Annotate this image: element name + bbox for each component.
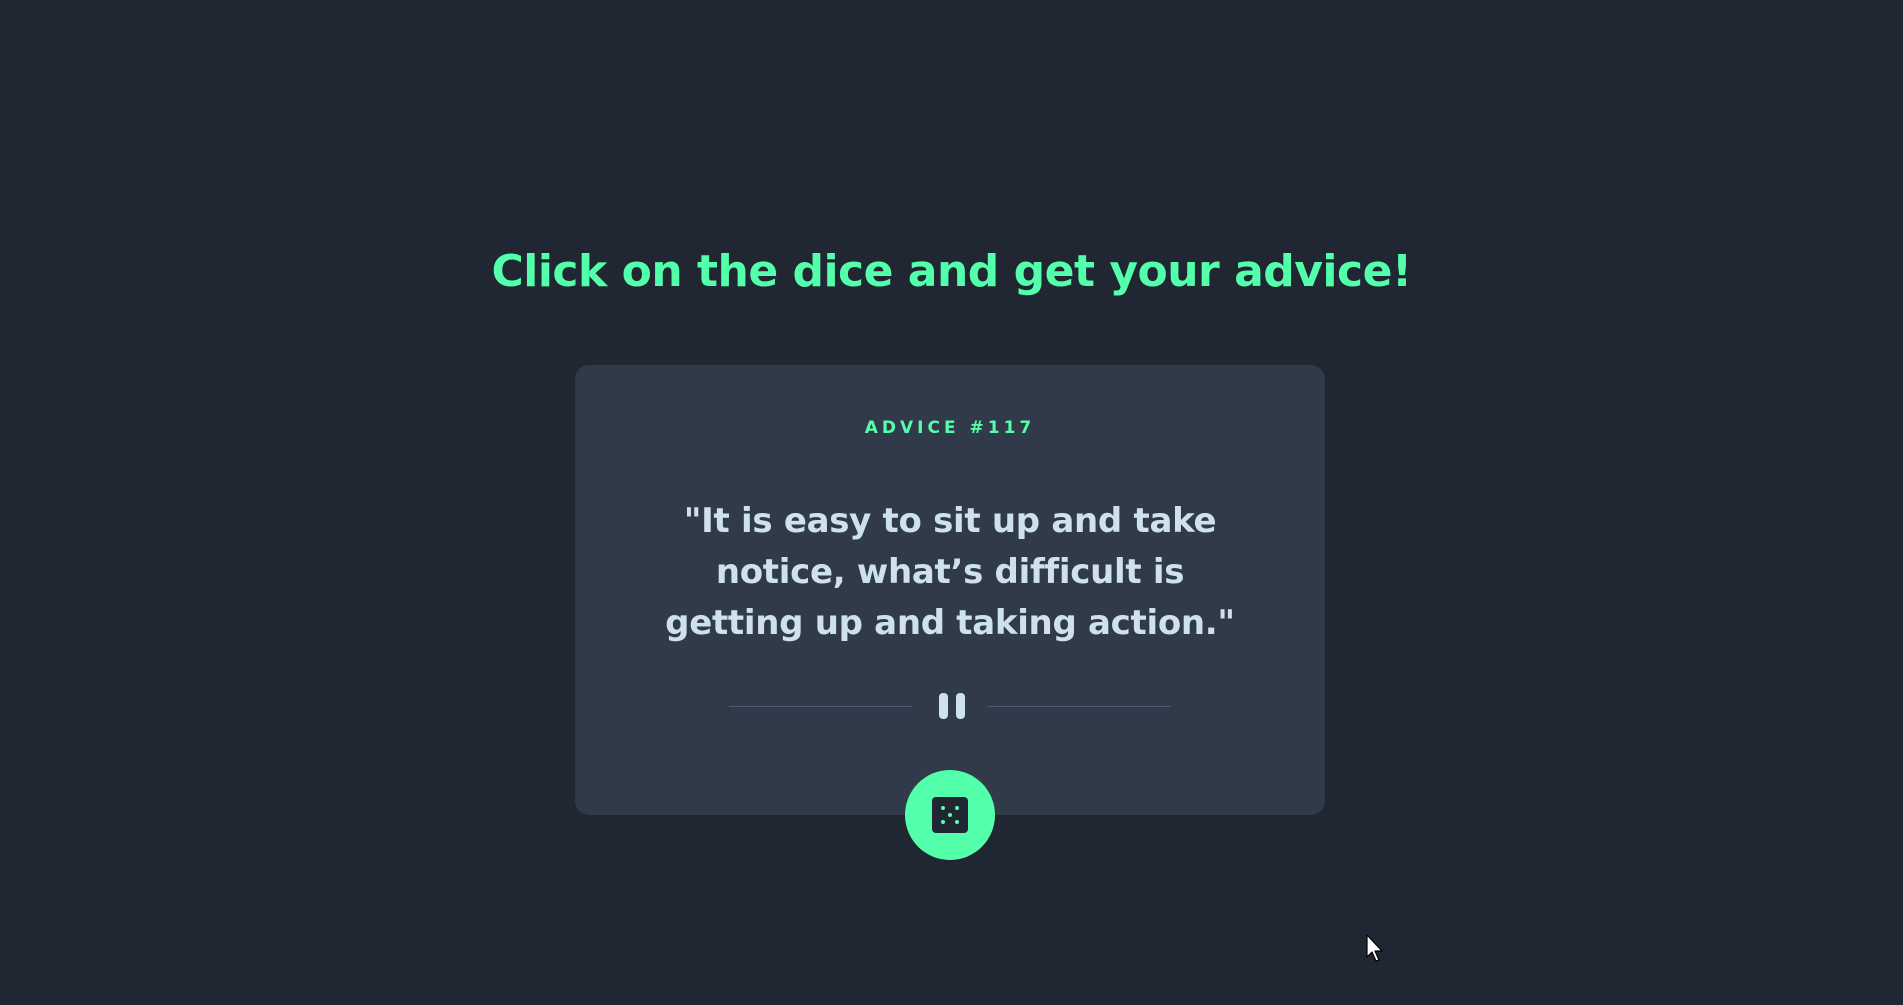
advice-id-label: ADVICE #117 xyxy=(864,418,1036,438)
dice-icon xyxy=(932,797,968,833)
pause-icon-bar xyxy=(956,693,965,719)
pattern-divider xyxy=(729,693,1171,719)
advice-quote: "It is easy to sit up and take notice, w… xyxy=(665,501,1235,643)
pause-icon xyxy=(939,693,948,719)
page: Click on the dice and get your advice! A… xyxy=(0,0,1903,1005)
dice-button[interactable] xyxy=(905,770,995,860)
page-headline: Click on the dice and get your advice! xyxy=(491,246,1412,297)
mouse-cursor-icon xyxy=(1366,934,1383,962)
advice-card: ADVICE #117 "It is easy to sit up and ta… xyxy=(575,365,1325,815)
divider-line-right xyxy=(988,706,1171,707)
divider-line-left xyxy=(729,706,912,707)
